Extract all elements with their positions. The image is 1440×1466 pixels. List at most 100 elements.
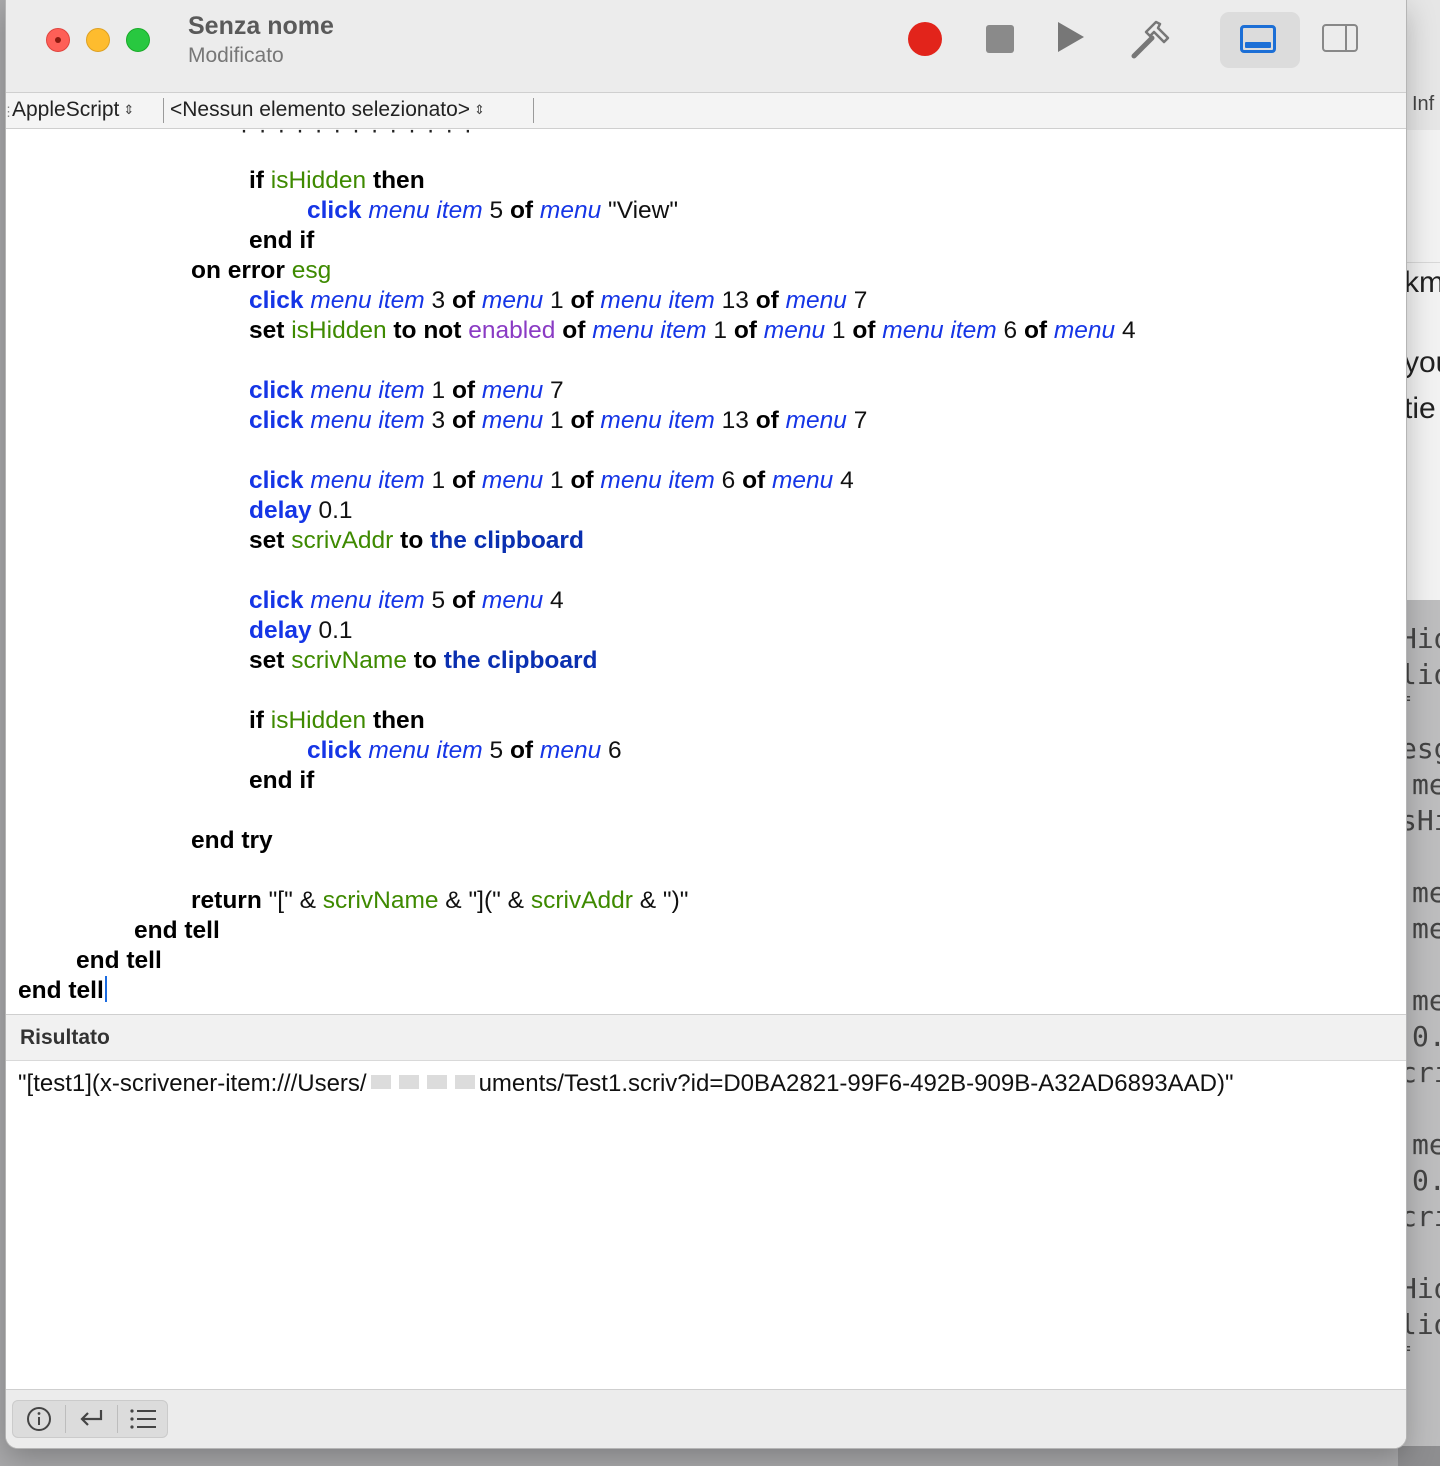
background-window-label: Inf xyxy=(1412,93,1435,115)
code-token: of xyxy=(755,407,779,434)
code-token: of xyxy=(562,317,586,344)
code-token: of xyxy=(570,407,594,434)
code-token: of xyxy=(852,317,876,344)
background-code-fragment: Hid xyxy=(1400,1272,1440,1305)
code-line: click menu item 3 of menu 1 of menu item… xyxy=(249,286,867,316)
bottom-pane-icon xyxy=(1240,25,1276,53)
code-token: of xyxy=(509,197,534,224)
code-token: of xyxy=(451,467,476,494)
code-token: menu xyxy=(785,407,847,434)
code-token: end try xyxy=(191,827,273,854)
compile-button[interactable] xyxy=(1128,18,1174,60)
code-line: if isHidden then xyxy=(249,706,425,736)
toggle-sidebar-button[interactable] xyxy=(1320,22,1360,54)
stop-button[interactable] xyxy=(986,25,1014,53)
code-line: click menu item 5 of menu 6 xyxy=(307,736,622,766)
info-icon xyxy=(27,1407,51,1431)
code-token: to not xyxy=(393,317,462,344)
result-pane[interactable]: "[test1](x-scrivener-item:///Users/ument… xyxy=(6,1061,1406,1389)
side-pane-icon xyxy=(1322,24,1358,52)
language-selector[interactable]: AppleScript ⇕ xyxy=(12,98,134,122)
code-token: scrivAddr xyxy=(291,527,394,554)
text-cursor xyxy=(104,976,107,1002)
code-token: of xyxy=(755,287,779,314)
redacted-segment xyxy=(370,1075,391,1089)
code-token: end if xyxy=(249,767,315,794)
code-token: delay xyxy=(249,617,312,644)
code-token: menu xyxy=(481,407,544,434)
code-token: 1 xyxy=(431,467,446,494)
code-token: delay xyxy=(249,497,312,524)
record-button[interactable] xyxy=(908,22,942,56)
code-token: of xyxy=(733,317,757,344)
element-selector[interactable]: <Nessun elemento selezionato> ⇕ xyxy=(170,98,485,122)
minimize-window-button[interactable] xyxy=(86,28,110,52)
return-arrow-icon xyxy=(80,1410,103,1426)
code-line: set scrivName to the clipboard xyxy=(249,646,598,676)
close-window-button[interactable] xyxy=(46,28,70,52)
code-token: end tell xyxy=(76,947,162,974)
code-token: enabled xyxy=(468,317,556,344)
code-token: click xyxy=(249,467,304,494)
code-token: click xyxy=(307,737,362,764)
code-token: 1 xyxy=(831,317,846,344)
code-token: of xyxy=(451,377,476,404)
code-token: click xyxy=(307,197,362,224)
document-status: Modificato xyxy=(188,44,284,67)
code-token: isHidden xyxy=(270,167,367,194)
code-token: & xyxy=(500,887,531,914)
code-token: 1 xyxy=(550,287,564,314)
result-tab-button[interactable] xyxy=(65,1401,117,1437)
run-button[interactable] xyxy=(1058,22,1084,52)
code-line: end if xyxy=(249,766,314,796)
code-token: 4 xyxy=(550,587,564,614)
background-code-fragment: cri xyxy=(1400,1056,1440,1089)
code-token: menu item xyxy=(310,467,425,494)
code-token: 5 xyxy=(489,737,504,764)
code-token: menu xyxy=(785,287,847,314)
code-line: on error esg xyxy=(191,256,331,286)
code-token: click xyxy=(249,407,304,434)
log-tab-button[interactable] xyxy=(117,1401,169,1437)
result-header: Risultato xyxy=(6,1014,1406,1061)
code-token: menu xyxy=(481,287,544,314)
code-token: menu item xyxy=(310,287,425,314)
code-token: end if xyxy=(249,227,315,254)
code-token: 3 xyxy=(431,287,446,314)
description-tab-button[interactable] xyxy=(13,1401,65,1437)
code-line: click menu item 5 of menu 4 xyxy=(249,586,564,616)
background-text-fragment: you xyxy=(1404,346,1440,379)
zoom-window-button[interactable] xyxy=(126,28,150,52)
toggle-result-pane-button[interactable] xyxy=(1220,12,1300,68)
background-text-fragment: km xyxy=(1404,266,1440,299)
element-selector-label: <Nessun elemento selezionato> xyxy=(170,98,471,121)
code-token: menu item xyxy=(310,377,425,404)
code-token: of xyxy=(451,287,476,314)
script-editor[interactable]: · · · · · · · · · · · · · if isHidden th… xyxy=(6,129,1406,1014)
code-line: set isHidden to not enabled of menu item… xyxy=(249,316,1136,346)
code-line: click menu item 5 of menu "View" xyxy=(307,196,678,226)
code-token: 6 xyxy=(721,467,736,494)
code-token: set xyxy=(249,527,285,554)
code-token: 7 xyxy=(550,377,564,404)
code-token: end tell xyxy=(18,977,104,1004)
